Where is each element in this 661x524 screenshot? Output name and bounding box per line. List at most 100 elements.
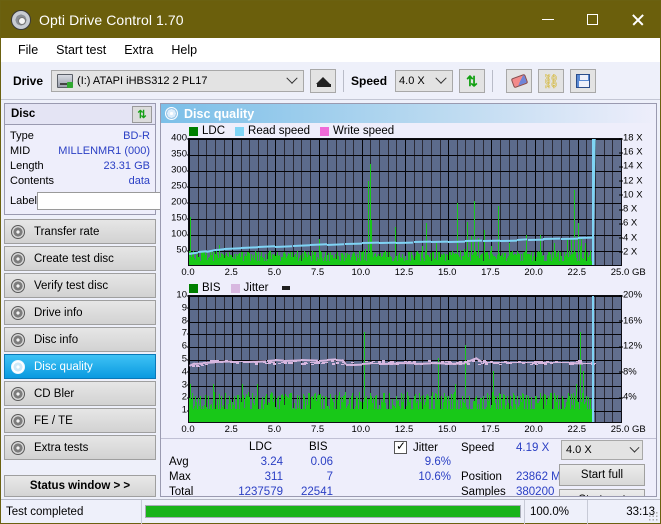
refresh-icon: ⇅ bbox=[466, 74, 478, 88]
chart-bar bbox=[424, 405, 425, 422]
tools-button[interactable]: ⛓ bbox=[538, 69, 564, 93]
chart-line-segment bbox=[327, 243, 344, 245]
sidebar-item-cd-bler[interactable]: CD Bler bbox=[4, 381, 156, 406]
chart-bar bbox=[339, 260, 340, 265]
chevron-down-icon bbox=[630, 442, 640, 452]
sidebar-item-drive-info[interactable]: Drive info bbox=[4, 300, 156, 325]
menu-file[interactable]: File bbox=[9, 41, 47, 59]
sidebar-item-verify-test-disc[interactable]: Verify test disc bbox=[4, 273, 156, 298]
stats-position-label: Position bbox=[461, 471, 502, 483]
resize-grip[interactable] bbox=[648, 511, 658, 521]
chart-bar bbox=[403, 258, 404, 265]
chart-bar bbox=[519, 254, 520, 265]
start-full-button[interactable]: Start full bbox=[559, 464, 645, 486]
chart-bar bbox=[460, 255, 461, 265]
disc-label-key: Label bbox=[10, 195, 37, 207]
sidebar-item-label: Create test disc bbox=[34, 253, 114, 265]
test-speed-select[interactable]: 4.0 X bbox=[561, 440, 643, 460]
legend-label-bis: BIS bbox=[202, 282, 221, 294]
menu-start-test[interactable]: Start test bbox=[47, 41, 115, 59]
chart-bar bbox=[394, 258, 395, 265]
sidebar-item-disc-quality[interactable]: Disc quality bbox=[4, 354, 156, 379]
chart-bar bbox=[392, 399, 393, 422]
speed-select[interactable]: 4.0 X bbox=[395, 70, 453, 92]
stats-col-bis: BIS bbox=[309, 441, 328, 453]
y-axis-tick: 7 bbox=[182, 328, 187, 339]
grid-line-horizontal bbox=[189, 373, 621, 374]
chart-bar bbox=[350, 260, 351, 265]
chart-bar bbox=[415, 394, 416, 422]
chart-line-segment bbox=[478, 360, 481, 362]
jitter-avg-value: 9.6% bbox=[393, 456, 451, 468]
chart-bar bbox=[502, 253, 503, 265]
chart-bar bbox=[245, 254, 246, 265]
sidebar-item-disc-info[interactable]: Disc info bbox=[4, 327, 156, 352]
grid-line-vertical bbox=[431, 139, 432, 265]
chart-bar bbox=[376, 395, 377, 422]
sidebar-item-extra-tests[interactable]: Extra tests bbox=[4, 435, 156, 460]
chart-bar bbox=[285, 254, 286, 265]
chart-bar bbox=[223, 405, 224, 422]
save-button[interactable] bbox=[570, 69, 596, 93]
chart-bar bbox=[227, 257, 228, 265]
disc-icon bbox=[11, 306, 25, 320]
disc-row-mid: MID MILLENMR1 (000) bbox=[10, 143, 150, 158]
disc-refresh-button[interactable]: ⇅ bbox=[132, 106, 152, 123]
chart-bar bbox=[550, 393, 551, 422]
y2-axis-tick: 14 X bbox=[623, 161, 643, 172]
refresh-button[interactable]: ⇅ bbox=[459, 69, 485, 93]
chart-bar bbox=[537, 403, 538, 422]
chart-bar bbox=[469, 408, 470, 422]
grid-line-vertical bbox=[224, 139, 225, 265]
status-window-button[interactable]: Status window > > bbox=[4, 475, 156, 497]
menu-extra[interactable]: Extra bbox=[115, 41, 162, 59]
grid-line-vertical bbox=[604, 139, 605, 265]
chart-bar bbox=[364, 406, 365, 422]
sidebar-item-create-test-disc[interactable]: Create test disc bbox=[4, 246, 156, 271]
chart-bar bbox=[335, 395, 336, 422]
chart-bar bbox=[464, 403, 465, 422]
chart-bar bbox=[357, 398, 358, 422]
chart-ldc: LDC Read speed Write speed 5010015020025… bbox=[163, 124, 654, 281]
disc-quality-icon bbox=[165, 107, 178, 120]
chart-line-segment bbox=[269, 361, 272, 363]
jitter-checkbox[interactable] bbox=[394, 441, 407, 454]
chart-bar bbox=[569, 399, 570, 422]
legend-label-jitter: Jitter bbox=[244, 282, 269, 294]
disc-row-length-value: 23.31 GB bbox=[104, 160, 150, 172]
close-button[interactable] bbox=[615, 1, 660, 38]
maximize-button[interactable] bbox=[570, 1, 615, 38]
start-part-button[interactable]: Start part bbox=[559, 489, 645, 497]
chart-bar bbox=[208, 400, 209, 422]
disc-row-mid-key: MID bbox=[10, 145, 30, 157]
stats-total-ldc: 1237579 bbox=[211, 486, 283, 497]
drive-icon bbox=[57, 74, 73, 88]
x-axis-tick: 0.0 bbox=[181, 424, 194, 435]
minimize-button[interactable] bbox=[525, 1, 570, 38]
chart-bar bbox=[336, 259, 337, 265]
chart-bar bbox=[343, 257, 344, 265]
grid-line-vertical bbox=[595, 296, 596, 422]
chart-bar bbox=[344, 395, 345, 422]
menu-help[interactable]: Help bbox=[162, 41, 206, 59]
eject-button[interactable] bbox=[310, 69, 336, 93]
chart-line-segment bbox=[350, 365, 353, 367]
body: Disc ⇅ Type BD-R MID MILLENMR1 (000) Len… bbox=[1, 100, 660, 499]
sidebar-item-fe-te[interactable]: FE / TE bbox=[4, 408, 156, 433]
chart-bar bbox=[396, 399, 397, 422]
grid-line-vertical bbox=[569, 139, 570, 265]
y-axis-tick: 200 bbox=[171, 197, 187, 208]
grid-line-vertical bbox=[353, 296, 354, 422]
chart-bar bbox=[328, 406, 329, 422]
chart-bar bbox=[500, 394, 501, 422]
chart-line-segment bbox=[555, 361, 558, 363]
chart-bar bbox=[475, 259, 476, 265]
chart-bar bbox=[371, 401, 372, 422]
grid-line-vertical bbox=[345, 139, 346, 265]
erase-button[interactable] bbox=[506, 69, 532, 93]
drive-select[interactable]: (I:) ATAPI iHBS312 2 PL17 bbox=[51, 70, 304, 92]
chart-bar bbox=[399, 406, 400, 422]
chart-line-segment bbox=[331, 360, 334, 362]
chart-bar bbox=[418, 260, 419, 265]
sidebar-item-transfer-rate[interactable]: Transfer rate bbox=[4, 219, 156, 244]
